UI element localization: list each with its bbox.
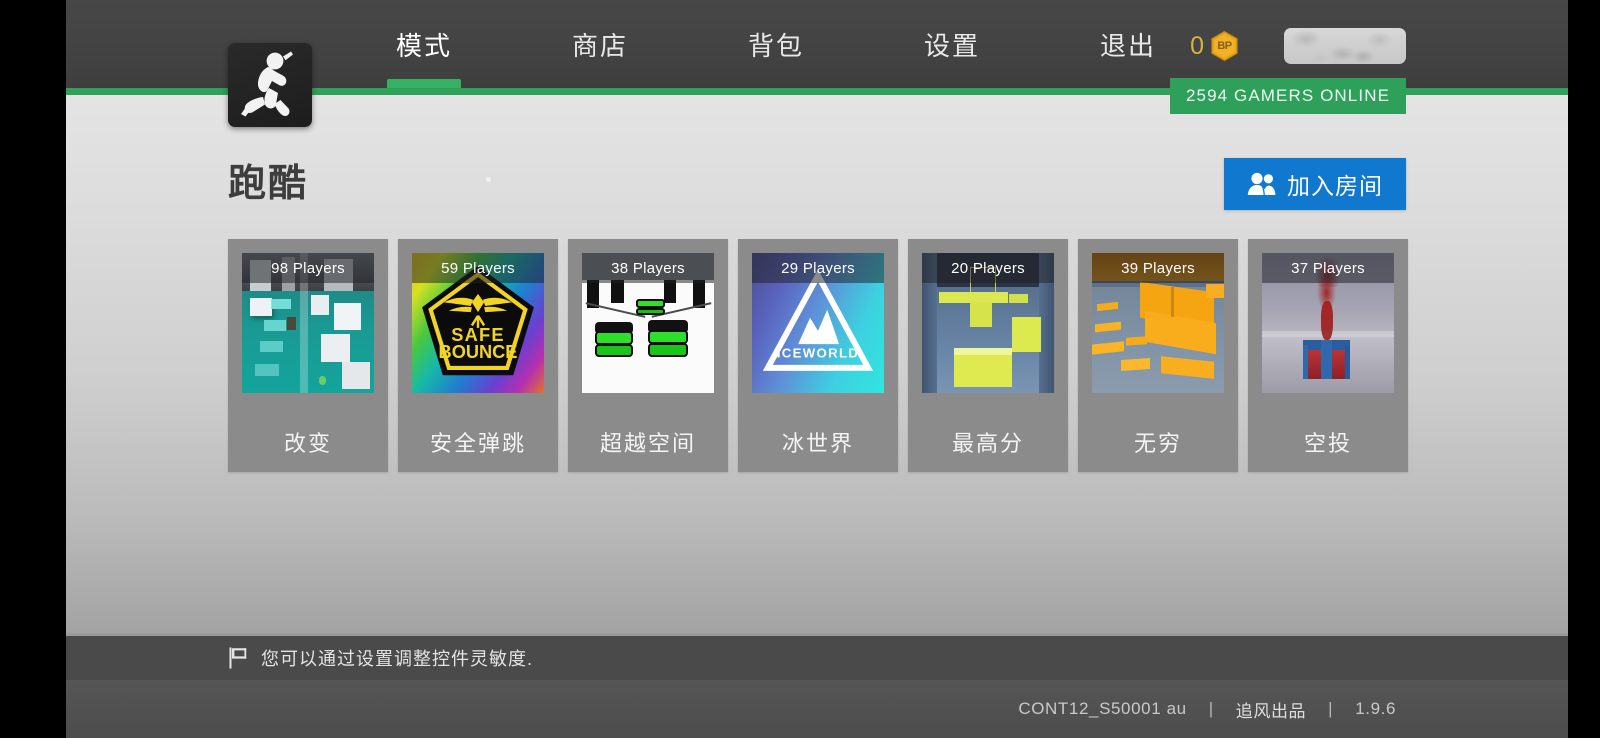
nav-label: 商店 <box>571 30 628 61</box>
player-count-text: 38 Players <box>611 259 685 277</box>
two-people-icon <box>1247 172 1276 195</box>
nav-item-modes[interactable]: 模式 <box>366 0 482 88</box>
mode-card-label: 空投 <box>1303 431 1352 456</box>
game-screen: 模式 商店 背包 设置 退出 0 BP 2594 GAMERS ONLINE 跑… <box>0 0 1600 738</box>
footer-server-id: CONT12_S50001 au <box>1018 699 1187 718</box>
mode-card-iceworld[interactable]: ICEWORLD 29 Players 冰世界 <box>738 239 898 472</box>
player-count-badge: 29 Players <box>752 253 884 283</box>
online-count-text: 2594 GAMERS ONLINE <box>1185 86 1391 105</box>
mode-thumbnail: 37 Players <box>1262 253 1394 393</box>
nav-label: 退出 <box>1099 30 1156 61</box>
mode-card-beyond-space[interactable]: 38 Players 超越空间 <box>568 239 728 472</box>
online-count-banner: 2594 GAMERS ONLINE <box>1170 78 1406 114</box>
letterbox-right <box>1568 0 1600 738</box>
mode-thumbnail: ICEWORLD 29 Players <box>752 253 884 393</box>
tip-text: 您可以通过设置调整控件灵敏度. <box>261 649 533 669</box>
running-man-icon <box>228 43 312 127</box>
join-room-label: 加入房间 <box>1287 173 1383 199</box>
player-count-badge: 37 Players <box>1262 253 1394 283</box>
player-count-text: 37 Players <box>1291 259 1365 277</box>
nav-item-settings[interactable]: 设置 <box>894 0 1010 88</box>
footer-bar: CONT12_S50001 au | 追风出品 | 1.9.6 <box>66 680 1568 738</box>
mode-card-infinite[interactable]: 39 Players 无穷 <box>1078 239 1238 472</box>
mode-card-change[interactable]: 98 Players 改变 <box>228 239 388 472</box>
nav-label: 背包 <box>747 30 804 61</box>
mode-card-safe-bounce[interactable]: SAFE BOUNCE 59 Players 安全弹跳 <box>398 239 558 472</box>
mode-thumbnail: 38 Players <box>582 253 714 393</box>
player-count-text: 59 Players <box>441 259 515 277</box>
player-count-text: 98 Players <box>271 259 345 277</box>
footer-separator: | <box>1328 699 1334 718</box>
dust-speck <box>486 177 491 182</box>
mode-thumbnail: SAFE BOUNCE 59 Players <box>412 253 544 393</box>
currency-display[interactable]: 0 BP <box>1190 30 1238 62</box>
mode-card-label: 冰世界 <box>781 431 854 456</box>
nav-item-backpack[interactable]: 背包 <box>718 0 834 88</box>
footer-separator: | <box>1208 699 1214 718</box>
mode-card-label: 无穷 <box>1133 431 1182 456</box>
player-count-text: 20 Players <box>951 259 1025 277</box>
join-room-button[interactable]: 加入房间 <box>1224 158 1406 210</box>
nav-item-shop[interactable]: 商店 <box>542 0 658 88</box>
nav-label: 设置 <box>923 30 980 61</box>
letterbox-left <box>0 0 66 738</box>
svg-text:ICEWORLD: ICEWORLD <box>777 345 859 360</box>
player-count-badge: 98 Players <box>242 253 374 283</box>
coin-label: BP <box>1217 40 1232 52</box>
mode-thumbnail: 39 Players <box>1092 253 1224 393</box>
currency-value: 0 <box>1190 31 1204 60</box>
player-count-badge: 39 Players <box>1092 253 1224 283</box>
mode-card-list: 98 Players 改变 SAFE BOUNCE 59 Players 安全弹… <box>228 239 1408 472</box>
page-title: 跑酷 <box>228 163 309 205</box>
player-count-badge: 20 Players <box>922 253 1054 283</box>
tip-bar: 您可以通过设置调整控件灵敏度. <box>66 636 1568 680</box>
mode-card-label: 超越空间 <box>599 431 696 456</box>
footer-publisher: 追风出品 <box>1235 701 1307 721</box>
mode-card-label: 安全弹跳 <box>429 431 526 456</box>
main-content: 跑酷 加入房间 98 Players 改变 SAFE BOUNCE 59 Pla… <box>66 95 1568 633</box>
mode-card-label: 最高分 <box>951 431 1024 456</box>
footer-version: 1.9.6 <box>1355 699 1396 718</box>
mode-card-airdrop[interactable]: 37 Players 空投 <box>1248 239 1408 472</box>
player-count-badge: 59 Players <box>412 253 544 283</box>
nav-item-exit[interactable]: 退出 <box>1070 0 1186 88</box>
mode-card-label: 改变 <box>283 431 332 456</box>
mode-card-high-score[interactable]: 20 Players 最高分 <box>908 239 1068 472</box>
player-count-badge: 38 Players <box>582 253 714 283</box>
player-count-text: 29 Players <box>781 259 855 277</box>
player-nameplate[interactable] <box>1284 28 1406 64</box>
svg-text:BOUNCE: BOUNCE <box>439 342 518 362</box>
app-viewport: 模式 商店 背包 设置 退出 0 BP 2594 GAMERS ONLINE 跑… <box>66 0 1568 738</box>
bp-coin-icon: BP <box>1211 30 1238 62</box>
flag-icon <box>229 647 247 669</box>
mode-thumbnail: 98 Players <box>242 253 374 393</box>
active-tab-indicator <box>387 79 461 88</box>
player-count-text: 39 Players <box>1121 259 1195 277</box>
nav-label: 模式 <box>395 30 452 61</box>
mode-thumbnail: 20 Players <box>922 253 1054 393</box>
